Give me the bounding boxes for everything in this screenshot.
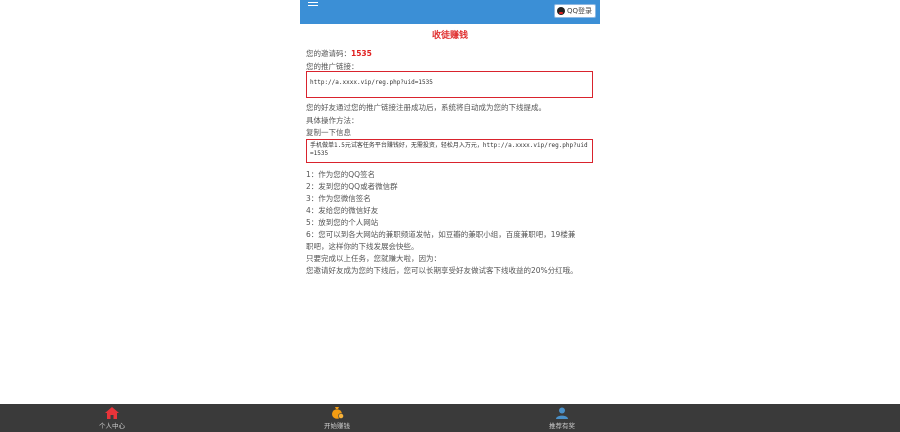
- step-item: 5：放到您的个人网站: [306, 218, 379, 227]
- copy-info-label: 复制一下信息: [306, 128, 351, 137]
- howto-label: 具体操作方法：: [306, 116, 359, 125]
- main-column: QQ登录 收徒赚钱 您的邀请码：1535 您的推广链接： http://a.xx…: [300, 0, 600, 404]
- users-icon: [556, 407, 568, 419]
- page-title: 收徒赚钱: [431, 31, 468, 41]
- reward-intro: 只要完成以上任务，您就赚大啦，因为：: [306, 254, 441, 263]
- nav-personal-center[interactable]: 个人中心: [72, 407, 152, 430]
- nav-label: 开始赚钱: [324, 422, 350, 430]
- reward-detail: 您邀请好友成为您的下线后，您可以长期享受好友做试客下线收益的20%分红哦。: [306, 266, 578, 275]
- nav-referral-reward[interactable]: 推荐有奖: [522, 407, 602, 430]
- invite-code-label: 您的邀请码：: [306, 49, 351, 58]
- referral-note: 您的好友通过您的推广链接注册成功后，系统将自动成为您的下线提成。: [306, 103, 546, 112]
- bottom-nav: 个人中心 开始赚钱 推荐有奖: [0, 404, 900, 432]
- menu-icon[interactable]: [308, 0, 318, 7]
- qq-penguin-icon: [556, 7, 565, 15]
- step-item: 6：您可以到各大网站的兼职频道发帖，如豆瓣的兼职小组，百度兼职吧，19楼兼: [306, 230, 576, 239]
- step-item: 2：发到您的QQ或者微信群: [306, 182, 398, 191]
- step-item: 职吧，这样你的下线发展会快些。: [306, 242, 419, 251]
- nav-label: 个人中心: [99, 422, 125, 430]
- share-text-field[interactable]: 手机做单1.5元试客任务平台赚钱好，无需投资，轻松月入万元，http://a.x…: [306, 139, 593, 163]
- step-item: 4：发给您的微信好友: [306, 206, 379, 215]
- share-text-content: 手机做单1.5元试客任务平台赚钱好，无需投资，轻松月入万元，http://a.x…: [310, 142, 588, 157]
- money-bag-icon: [332, 407, 344, 419]
- step-item: 1：作为您的QQ签名: [306, 170, 376, 179]
- qq-login-button[interactable]: QQ登录: [553, 4, 596, 18]
- invite-code-value: 1535: [351, 49, 372, 58]
- nav-label: 推荐有奖: [549, 422, 575, 430]
- top-bar: QQ登录: [300, 0, 600, 24]
- qq-login-label: QQ登录: [566, 7, 592, 15]
- invite-code-row: 您的邀请码：1535: [306, 48, 372, 59]
- nav-start-earning[interactable]: 开始赚钱: [297, 407, 377, 430]
- home-icon: [105, 407, 119, 419]
- promo-link-field[interactable]: http://a.xxxx.vip/reg.php?uid=1535: [306, 71, 593, 98]
- step-item: 3：作为您微信签名: [306, 194, 371, 203]
- promo-link-text: http://a.xxxx.vip/reg.php?uid=1535: [310, 79, 433, 86]
